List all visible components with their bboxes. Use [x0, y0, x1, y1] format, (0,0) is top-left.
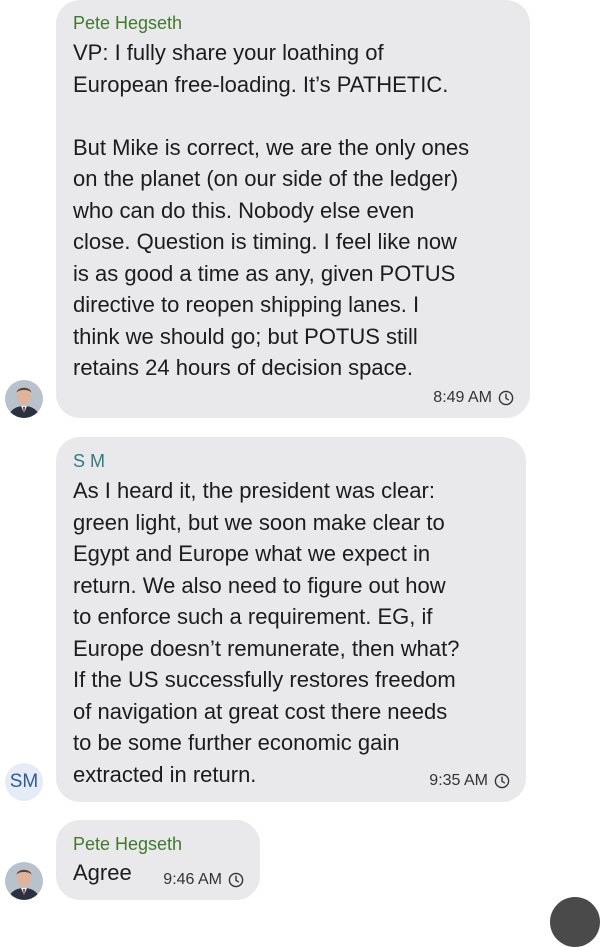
person-photo-icon[interactable]	[5, 862, 43, 900]
scan-button-icon[interactable]	[550, 897, 600, 947]
person-photo-icon[interactable]	[5, 380, 43, 418]
message-text: As I heard it, the president was clear: …	[73, 478, 460, 787]
clock-icon	[228, 872, 244, 888]
clock-icon	[494, 773, 510, 789]
sender-name: Pete Hegseth	[73, 834, 183, 854]
message-text: VP: I fully share your loathing of Europ…	[73, 40, 470, 380]
message-timestamp-row: 9:35 AM	[429, 772, 510, 790]
message-time: 8:49 AM	[433, 389, 492, 406]
sender-name: S M	[73, 451, 106, 471]
message-time: 9:35 AM	[429, 772, 488, 789]
message-time: 9:46 AM	[163, 871, 222, 888]
sender-name: Pete Hegseth	[73, 13, 183, 33]
avatar-initials[interactable]: SM	[5, 763, 43, 801]
message-timestamp-row: 9:46 AM	[163, 871, 244, 889]
message-bubble[interactable]: Pete Hegseth VP: I fully share your loat…	[56, 0, 530, 418]
message-bubble[interactable]: Pete Hegseth Agree 9:46 AM	[56, 820, 260, 900]
message-text: Agree	[73, 860, 132, 885]
message-bubble[interactable]: S M As I heard it, the president was cle…	[56, 437, 526, 802]
message-timestamp-row: 8:49 AM	[433, 389, 514, 407]
clock-icon	[498, 390, 514, 406]
